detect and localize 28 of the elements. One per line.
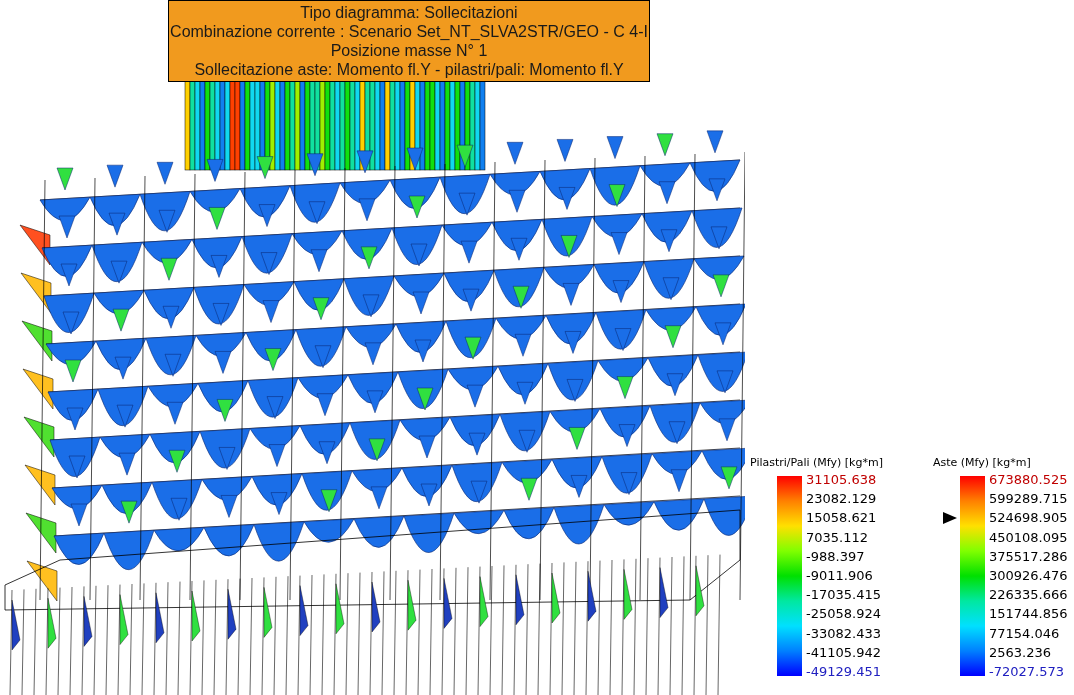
scale-value: 375517.286 xyxy=(989,548,1068,565)
info-line: Combinazione corrente : Scenario Set_NT_SLVA2STR/GEO - C 4-I xyxy=(170,22,648,41)
scale-value: 450108.095 xyxy=(989,529,1068,546)
scale-value: 31105.638 xyxy=(806,472,877,488)
scale-value: 23082.129 xyxy=(806,491,877,508)
scale-value: 673880.525 xyxy=(989,472,1068,488)
scale-value: -41105.942 xyxy=(806,644,881,661)
info-line: Posizione masse N° 1 xyxy=(330,41,488,60)
scale-value: -25058.924 xyxy=(806,606,881,623)
scale-value: 300926.476 xyxy=(989,567,1068,584)
legend-title: Pilastri/Pali (Mfy) [kg*m] xyxy=(750,456,883,470)
legend-title: Aste (Mfy) [kg*m] xyxy=(933,456,1032,470)
scale-value: 151744.856 xyxy=(989,606,1068,623)
scale-value: 2563.236 xyxy=(989,644,1051,661)
scale-value: 226335.666 xyxy=(989,587,1068,604)
scale-value: 77154.046 xyxy=(989,625,1060,642)
scale-value: -17035.415 xyxy=(806,587,881,604)
scale-value: -988.397 xyxy=(806,548,865,565)
info-line: Sollecitazione aste: Momento fl.Y - pilastri/pali: Momento fl.Y xyxy=(194,60,624,79)
info-line: Tipo diagramma: Sollecitazioni xyxy=(300,3,518,22)
scale-value: 524698.905 xyxy=(989,510,1068,527)
scale-value: 7035.112 xyxy=(806,529,869,546)
scale-value: -9011.906 xyxy=(806,567,873,584)
scale-value: -72027.573 xyxy=(989,663,1064,680)
scale-value: -33082.433 xyxy=(806,625,881,642)
scale-value: 15058.621 xyxy=(806,510,877,527)
scale-value: -49129.451 xyxy=(806,663,881,680)
scale-value: 599289.715 xyxy=(989,491,1068,508)
